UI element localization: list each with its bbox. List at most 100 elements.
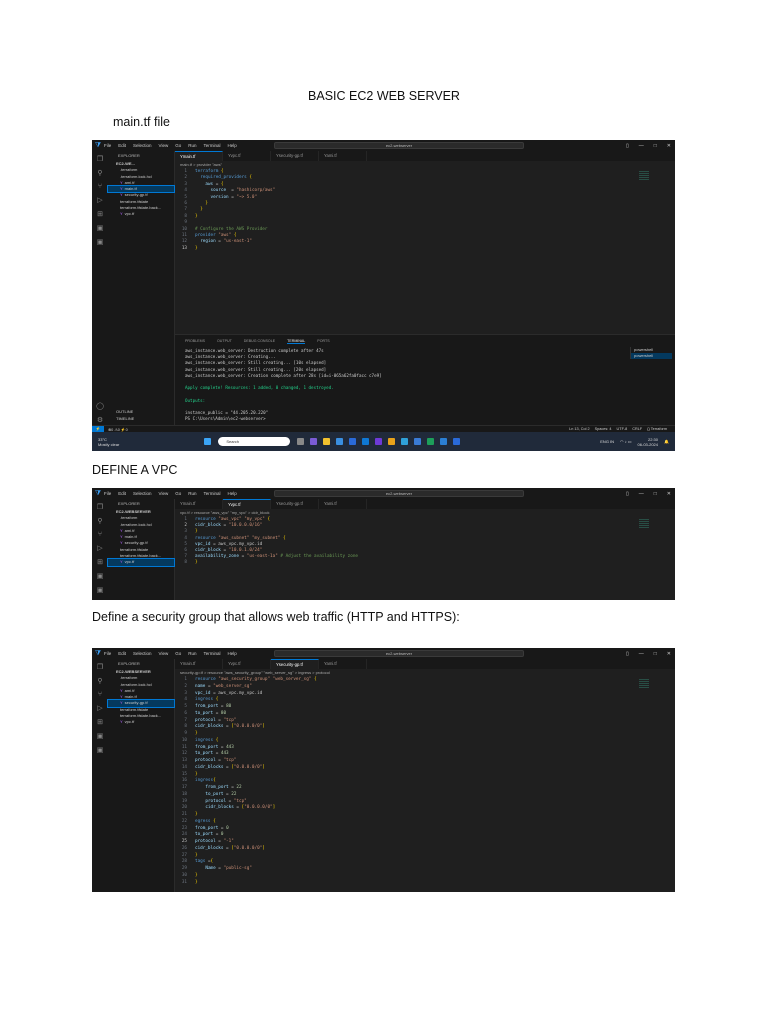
tab-vpc-tf[interactable]: Yvpc.tf <box>223 659 271 669</box>
maximize-icon[interactable]: □ <box>654 491 657 497</box>
status-problems[interactable]: ⊗0 ⚠0 ⚡0 <box>108 427 128 432</box>
terraform-cloud-icon[interactable]: ▣ <box>97 746 104 754</box>
menu-selection[interactable]: Selection <box>133 143 152 148</box>
code-editor[interactable]: 1 terraform {2 required_providers {3 aws … <box>175 169 675 252</box>
menu-file[interactable]: File <box>104 143 111 148</box>
menu-terminal[interactable]: Terminal <box>204 651 221 656</box>
menu-terminal[interactable]: Terminal <box>204 143 221 148</box>
close-icon[interactable]: ✕ <box>667 143 671 149</box>
taskbar-app-icon[interactable] <box>414 438 422 445</box>
tab-security-gp-tf[interactable]: Ysecurity-gp.tf <box>271 151 319 161</box>
minimize-icon[interactable]: — <box>639 651 644 657</box>
close-icon[interactable]: ✕ <box>667 651 671 657</box>
menu-edit[interactable]: Edit <box>118 143 126 148</box>
outline-section[interactable]: OUTLINE <box>108 409 133 415</box>
close-icon[interactable]: ✕ <box>667 491 671 497</box>
source-control-icon[interactable]: ⑂ <box>98 691 102 698</box>
extensions-icon[interactable]: ⊞ <box>97 718 103 726</box>
menu-run[interactable]: Run <box>188 143 196 148</box>
windows-start-icon[interactable] <box>204 438 212 445</box>
terraform-cloud-icon[interactable]: ▣ <box>97 586 104 594</box>
terminal-output[interactable]: aws_instance.web_server: Destruction com… <box>175 348 675 422</box>
menu-terminal[interactable]: Terminal <box>204 491 221 496</box>
menu-help[interactable]: Help <box>228 143 237 148</box>
status-item[interactable]: Ln 13, Col 2 <box>569 427 589 431</box>
tab-main-tf[interactable]: Ymain.tf <box>175 151 223 161</box>
breadcrumb[interactable]: main.tf > provider "aws" <box>180 162 222 167</box>
layout-icon[interactable]: ▯ <box>626 491 629 497</box>
settings-gear-icon[interactable]: ⚙ <box>97 416 103 424</box>
menu-run[interactable]: Run <box>188 491 196 496</box>
taskbar-app-icon[interactable] <box>427 438 435 445</box>
tab-vpc-tf[interactable]: Yvpc.tf <box>223 499 271 509</box>
menu-go[interactable]: Go <box>175 491 181 496</box>
panel-tab-ports[interactable]: PORTS <box>317 339 329 344</box>
account-icon[interactable]: ◯ <box>96 402 104 410</box>
minimap[interactable] <box>639 519 649 529</box>
menu-go[interactable]: Go <box>175 143 181 148</box>
menu-edit[interactable]: Edit <box>118 491 126 496</box>
search-icon[interactable]: ⚲ <box>97 677 102 685</box>
explorer-file[interactable]: Yvpc.tf <box>107 558 175 567</box>
taskbar-app-icon[interactable] <box>323 438 331 445</box>
menu-help[interactable]: Help <box>228 651 237 656</box>
panel-tab-problems[interactable]: PROBLEMS <box>185 339 205 344</box>
menu-selection[interactable]: Selection <box>133 651 152 656</box>
tab-security-gp-tf[interactable]: Ysecurity-gp.tf <box>271 659 319 669</box>
wifi-volume-battery-icon[interactable]: ◠ ♪ ▭ <box>620 439 632 444</box>
taskbar-app-icon[interactable] <box>362 438 370 445</box>
taskbar-app-icon[interactable] <box>349 438 357 445</box>
menu-go[interactable]: Go <box>175 651 181 656</box>
menu-view[interactable]: View <box>159 143 169 148</box>
weather-widget[interactable]: 33°C Mostly clear <box>92 437 119 447</box>
notifications-icon[interactable]: 🔔 <box>664 439 669 444</box>
explorer-file[interactable]: Yvpc.tf <box>108 719 174 725</box>
extensions-icon[interactable]: ⊞ <box>97 558 103 566</box>
taskbar-app-icon[interactable] <box>440 438 448 445</box>
minimap[interactable] <box>639 679 649 689</box>
panel-tab-debug-console[interactable]: DEBUG CONSOLE <box>244 339 275 344</box>
minimize-icon[interactable]: — <box>639 491 644 497</box>
minimap[interactable] <box>639 171 649 181</box>
tab-main-tf[interactable]: Ymain.tf <box>175 499 223 509</box>
taskbar-search[interactable]: Search <box>218 437 291 446</box>
taskbar-app-icon[interactable] <box>336 438 344 445</box>
files-icon[interactable]: ❐ <box>97 155 103 163</box>
code-editor[interactable]: 1 resource "aws_security_group" "web_serv… <box>175 677 675 886</box>
minimize-icon[interactable]: — <box>639 143 644 149</box>
status-item[interactable]: UTF-8 <box>617 427 628 431</box>
source-control-icon[interactable]: ⑂ <box>98 531 102 538</box>
command-search-input[interactable]: ec2-webserver <box>274 650 524 657</box>
run-debug-icon[interactable]: ▷ <box>97 196 102 204</box>
tab-ami-tf[interactable]: Yami.tf <box>319 659 367 669</box>
taskbar-app-icon[interactable] <box>297 438 305 445</box>
menu-run[interactable]: Run <box>188 651 196 656</box>
command-search-input[interactable]: ec2-webserver <box>274 142 524 149</box>
tab-security-gp-tf[interactable]: Ysecurity-gp.tf <box>271 499 319 509</box>
menu-view[interactable]: View <box>159 491 169 496</box>
panel-tab-output[interactable]: OUTPUT <box>217 339 232 344</box>
menu-view[interactable]: View <box>159 651 169 656</box>
menu-edit[interactable]: Edit <box>118 651 126 656</box>
menu-file[interactable]: File <box>104 651 111 656</box>
tab-ami-tf[interactable]: Yami.tf <box>319 499 367 509</box>
tab-main-tf[interactable]: Ymain.tf <box>175 659 223 669</box>
taskbar-app-icon[interactable] <box>388 438 396 445</box>
menu-help[interactable]: Help <box>228 491 237 496</box>
tray-clock[interactable]: 22:30 06-03-2024 <box>638 437 658 447</box>
code-editor[interactable]: 1 resource "aws_vpc" "my_vpc" {2 cidr_bloc… <box>175 517 675 567</box>
status-item[interactable]: Spaces: 4 <box>595 427 612 431</box>
breadcrumb[interactable]: security-gp.tf > resource "aws_security_… <box>180 670 330 675</box>
tab-ami-tf[interactable]: Yami.tf <box>319 151 367 161</box>
breadcrumb[interactable]: vpc.tf > resource "aws_vpc" "my_vpc" > c… <box>180 510 270 515</box>
terraform-icon[interactable]: ▣ <box>97 732 104 740</box>
taskbar-app-icon[interactable] <box>401 438 409 445</box>
search-icon[interactable]: ⚲ <box>97 169 102 177</box>
taskbar-app-icon[interactable] <box>310 438 318 445</box>
command-search-input[interactable]: ec2-webserver <box>274 490 524 497</box>
terminal-instance[interactable]: powershell <box>631 353 672 359</box>
extensions-icon[interactable]: ⊞ <box>97 210 103 218</box>
status-item[interactable]: {} Terraform <box>647 427 667 431</box>
layout-icon[interactable]: ▯ <box>626 651 629 657</box>
maximize-icon[interactable]: □ <box>654 651 657 657</box>
